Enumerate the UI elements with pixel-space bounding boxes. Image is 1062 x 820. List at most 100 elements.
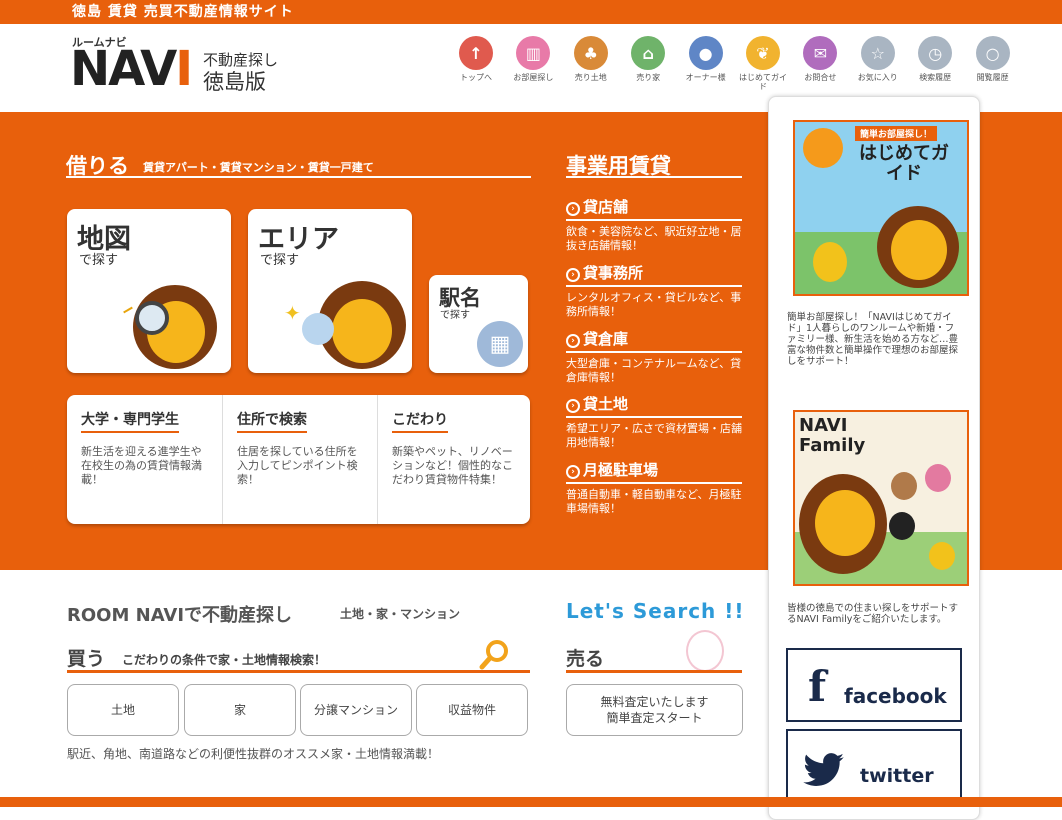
panda-icon xyxy=(889,512,915,540)
address-title: 住所で検索 xyxy=(237,409,307,433)
nav-item-label: オーナー様 xyxy=(685,73,726,82)
nav-item-label: 売り家 xyxy=(636,73,661,82)
site-tagline: 徳島 賃貸 売買不動産情報サイト xyxy=(0,0,1062,24)
kodawari-desc: 新築やペット、リノベーションなど！個性的なこだわり賃貸物件特集！ xyxy=(392,445,513,486)
magnifier-icon xyxy=(135,301,169,335)
business-rent-item-desc: 普通自動車・軽自動車など、月極駐車場情報！ xyxy=(566,488,742,515)
mail-icon: ✉ xyxy=(803,36,838,70)
chevron-right-icon: › xyxy=(566,268,580,282)
nav-item-label: 売り土地 xyxy=(574,73,607,82)
buy-investment-button[interactable]: 収益物件 xyxy=(416,684,528,736)
lets-search-heading: Let's Search !! xyxy=(566,599,745,623)
nav-item-label: トップへ xyxy=(460,73,492,82)
buy-land-button[interactable]: 土地 xyxy=(67,684,179,736)
facebook-link[interactable]: f facebook xyxy=(786,648,962,722)
guide-text: 簡単お部屋探し！「NAVIはじめてガイド」1人暮らしのワンルームや新婚・ファミリ… xyxy=(787,312,959,367)
sparkle-icon: ✦ xyxy=(284,301,301,325)
station-search-card[interactable]: 駅名 で探す ▦ xyxy=(429,275,528,373)
business-rent-item-label: 貸倉庫 xyxy=(583,330,629,348)
header-nav: ↑ トップへ ▥ お部屋探し ♣ 売り土地 ⌂ 売り家 ● オーナー様 ❦ はじめてガイド ✉ お問合せ ☆… xyxy=(450,36,1010,96)
buy-condo-button[interactable]: 分譲マンション xyxy=(300,684,412,736)
free-appraisal-button[interactable]: 無料査定いたします 簡単査定スタート xyxy=(566,684,743,736)
business-rent-item-title: › 月極駐車場 xyxy=(566,459,742,484)
twitter-link[interactable]: twitter xyxy=(786,729,962,803)
lion-face xyxy=(332,299,392,363)
chevron-right-icon: › xyxy=(566,465,580,479)
business-rent-item-desc: レンタルオフィス・貸ビルなど、事務所情報！ xyxy=(566,291,742,318)
sidebar: 簡単お部屋探し！ はじめてガイド 簡単お部屋探し！「NAVIはじめてガイド」1人… xyxy=(768,96,980,820)
room-navi-subtitle: 土地・家・マンション xyxy=(340,607,461,621)
tree-icon: ♣ xyxy=(573,36,608,70)
nav-item-8[interactable]: ◷ 検索履歴 xyxy=(909,36,961,82)
twitter-label: twitter xyxy=(860,765,934,787)
spark-icon xyxy=(123,306,133,314)
area-search-card[interactable]: エリア で探す ✦ xyxy=(248,209,412,373)
business-rent-item-title: › 貸事務所 xyxy=(566,262,742,287)
business-underline xyxy=(566,176,742,178)
nav-item-0[interactable]: ↑ トップへ xyxy=(450,36,502,82)
facebook-label: facebook xyxy=(844,684,947,708)
area-card-subtitle: で探す xyxy=(260,253,300,268)
page: { "site": { "topbar": "徳島 賃貸 売買不動産情報サイト"… xyxy=(0,0,1062,820)
bird-icon xyxy=(813,242,847,282)
facebook-icon: f xyxy=(808,662,827,711)
room-navi-title: ROOM NAVIで不動産探し xyxy=(67,605,293,626)
nav-item-label: 閲覧履歴 xyxy=(976,73,1009,82)
student-title: 大学・専門学生 xyxy=(81,409,179,433)
buy-underline xyxy=(67,670,530,673)
search-icon: ○ xyxy=(975,36,1010,70)
footer-bar xyxy=(0,797,1062,807)
business-rent-item[interactable]: › 貸倉庫大型倉庫・コンテナルームなど、貸倉庫情報！ xyxy=(566,328,742,385)
kodawari-column[interactable]: こだわり 新築やペット、リノベーションなど！個性的なこだわり賃貸物件特集！ xyxy=(378,395,530,524)
search-icon[interactable] xyxy=(478,638,512,672)
business-rent-item-desc: 大型倉庫・コンテナルームなど、貸倉庫情報！ xyxy=(566,357,742,384)
nav-item-1[interactable]: ▥ お部屋探し xyxy=(507,36,559,82)
business-rent-item-title: › 貸土地 xyxy=(566,393,742,418)
arrow-up-icon: ↑ xyxy=(459,36,493,70)
student-column[interactable]: 大学・専門学生 新生活を迎える進学生や在校生の為の賃貸情報満載！ xyxy=(67,395,222,524)
nav-item-7[interactable]: ☆ お気に入り xyxy=(852,36,904,82)
train-icon: ▦ xyxy=(477,321,523,367)
business-rent-item[interactable]: › 月極駐車場 普通自動車・軽自動車など、月極駐車場情報！ xyxy=(566,459,742,516)
business-rent-item[interactable]: › 貸店舗飲食・美容院など、駅近好立地・居抜き店舗情報！ xyxy=(566,196,742,253)
lion-face xyxy=(815,490,875,556)
rent-categories-card: 大学・専門学生 新生活を迎える進学生や在校生の為の賃貸情報満載！ 住所で検索 住… xyxy=(67,395,530,524)
balloon-icon xyxy=(302,313,334,345)
business-rent-item[interactable]: › 貸土地 希望エリア・広さで資材置場・店舗用地情報！ xyxy=(566,393,742,450)
nav-item-label: 検索履歴 xyxy=(919,73,952,82)
guide-banner-title: はじめてガイド xyxy=(859,143,949,184)
nav-item-label: お気に入り xyxy=(857,73,898,82)
map-search-card[interactable]: 地図 で探す xyxy=(67,209,231,373)
chevron-right-icon: › xyxy=(566,399,580,413)
student-desc: 新生活を迎える進学生や在校生の為の賃貸情報満載！ xyxy=(81,445,202,486)
business-rent-item-title: › 貸店舗 xyxy=(566,196,742,221)
kodawari-title: こだわり xyxy=(392,409,448,433)
nav-item-6[interactable]: ✉ お問合せ xyxy=(794,36,846,82)
business-rent-item-desc: 飲食・美容院など、駅近好立地・居抜き店舗情報！ xyxy=(566,225,742,252)
buy-note: 駅近、角地、南道路などの利便性抜群のオススメ家・土地情報満載！ xyxy=(67,747,440,761)
appraisal-line2: 簡単査定スタート xyxy=(606,711,703,725)
nav-item-9[interactable]: ○ 閲覧履歴 xyxy=(967,36,1019,82)
guide-banner-top: 簡単お部屋探し！ xyxy=(855,126,938,141)
nav-item-label: お問合せ xyxy=(804,73,837,82)
buy-house-button[interactable]: 家 xyxy=(184,684,296,736)
character-icon xyxy=(925,464,951,492)
business-rent-item[interactable]: › 貸事務所レンタルオフィス・貸ビルなど、事務所情報！ xyxy=(566,262,742,319)
nav-item-label: お部屋探し xyxy=(513,73,554,82)
guide-banner[interactable]: 簡単お部屋探し！ はじめてガイド xyxy=(793,120,969,296)
nav-item-4[interactable]: ● オーナー様 xyxy=(680,36,732,82)
business-rent-item-label: 貸店舗 xyxy=(583,198,629,216)
chevron-right-icon: › xyxy=(566,334,580,348)
business-rent-item-label: 貸事務所 xyxy=(583,264,644,282)
person-icon: ● xyxy=(688,36,723,70)
nav-item-2[interactable]: ♣ 売り土地 xyxy=(565,36,617,82)
address-column[interactable]: 住所で検索 住居を探している住所を入力してピンポイント検索！ xyxy=(223,395,377,524)
nav-item-5[interactable]: ❦ はじめてガイド xyxy=(737,36,789,91)
family-text: 皆様の徳島での住まい探しをサポートするNAVI Familyをご紹介いたします。 xyxy=(787,603,959,625)
sun-icon xyxy=(803,128,843,168)
sell-underline xyxy=(566,670,742,673)
family-banner[interactable]: NAVI Family xyxy=(793,410,969,586)
nav-item-3[interactable]: ⌂ 売り家 xyxy=(622,36,674,82)
logo-region: 徳島版 xyxy=(203,70,266,94)
lion-cub-icon xyxy=(929,542,955,570)
